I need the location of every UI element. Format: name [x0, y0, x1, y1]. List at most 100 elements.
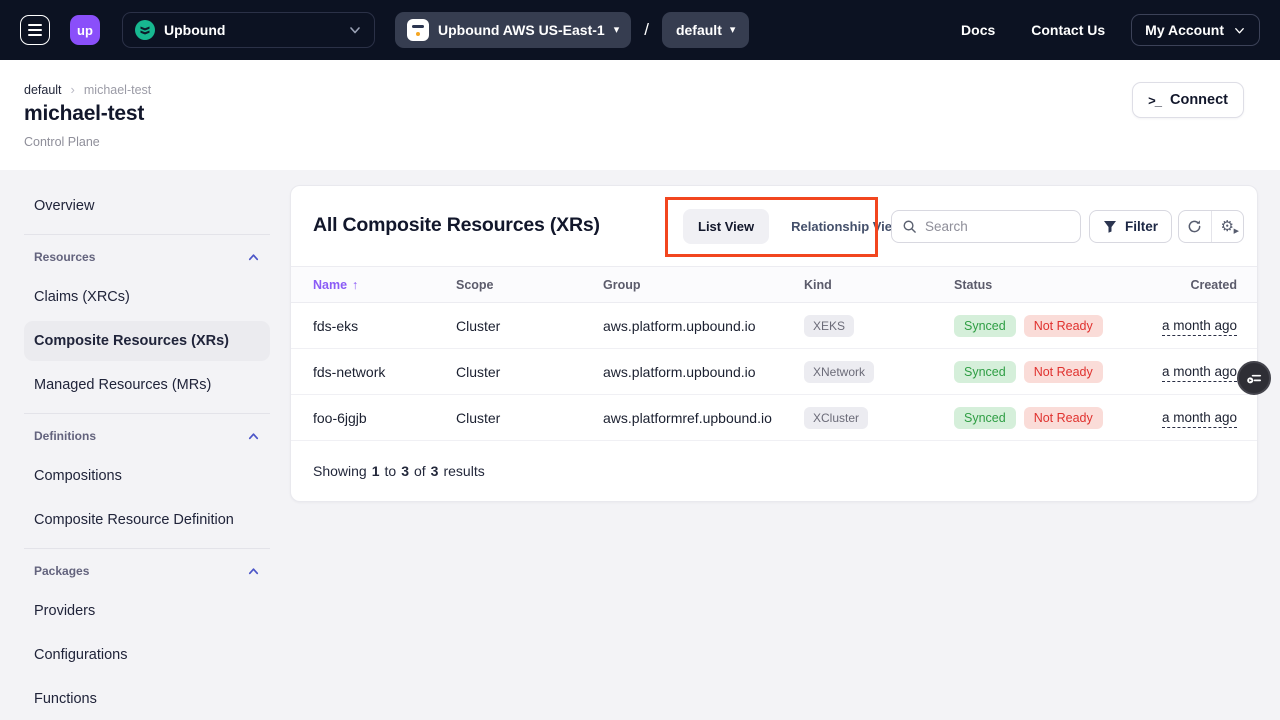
sidebar-item-compositions[interactable]: Compositions	[24, 456, 270, 496]
filter-button[interactable]: Filter	[1089, 210, 1172, 243]
column-header-created[interactable]: Created	[1190, 278, 1237, 292]
column-header-group[interactable]: Group	[603, 278, 804, 292]
column-header-scope[interactable]: Scope	[456, 278, 603, 292]
organization-selector[interactable]: Upbound	[122, 12, 375, 48]
cell-created: a month ago	[1162, 364, 1237, 379]
page-subtitle: Control Plane	[24, 135, 100, 149]
survey-icon	[1246, 370, 1263, 387]
hamburger-menu-button[interactable]	[20, 15, 50, 45]
control-plane-selector[interactable]: Upbound AWS US-East-1 ▾	[395, 12, 631, 48]
sidebar-item-functions[interactable]: Functions	[24, 679, 270, 719]
kind-badge: XEKS	[804, 315, 854, 337]
created-tooltip-text[interactable]: a month ago	[1162, 364, 1237, 382]
cell-group: aws.platformref.upbound.io	[603, 410, 804, 426]
list-view-tab[interactable]: List View	[683, 209, 769, 244]
sidebar-divider	[24, 413, 270, 414]
sidebar-item-configurations[interactable]: Configurations	[24, 635, 270, 675]
sidebar-divider	[24, 548, 270, 549]
terminal-icon: >_	[1148, 93, 1161, 108]
path-separator: /	[644, 20, 649, 40]
page-header: default › michael-test michael-test Cont…	[0, 60, 1280, 170]
cell-group: aws.platform.upbound.io	[603, 364, 804, 380]
composite-resources-card: All Composite Resources (XRs) List View …	[290, 185, 1258, 502]
cell-scope: Cluster	[456, 410, 603, 426]
sidebar-section-resources[interactable]: Resources	[24, 241, 270, 273]
results-end: 3	[401, 463, 409, 479]
chevron-up-icon	[247, 430, 260, 443]
relationship-view-tab[interactable]: Relationship View	[791, 219, 902, 234]
sidebar-divider	[24, 234, 270, 235]
results-total: 3	[431, 463, 439, 479]
created-tooltip-text[interactable]: a month ago	[1162, 318, 1237, 336]
page-title: michael-test	[24, 102, 144, 126]
breadcrumb-item-current: michael-test	[84, 83, 151, 97]
sidebar-item-managed-resources-mrs[interactable]: Managed Resources (MRs)	[24, 365, 270, 405]
upbound-logo[interactable]: up	[70, 15, 100, 45]
organization-label: Upbound	[164, 22, 339, 38]
table-row[interactable]: fds-eks Cluster aws.platform.upbound.io …	[291, 303, 1257, 349]
results-start: 1	[372, 463, 380, 479]
nav-link-contact-us[interactable]: Contact Us	[1031, 22, 1105, 38]
my-account-label: My Account	[1145, 22, 1224, 38]
refresh-icon	[1187, 219, 1202, 234]
sidebar-section-label: Packages	[34, 564, 89, 578]
results-summary: Showing 1 to 3 of 3 results	[291, 441, 1257, 501]
search-input[interactable]	[925, 219, 1070, 234]
status-badge-synced: Synced	[954, 315, 1016, 337]
column-header-kind[interactable]: Kind	[804, 278, 954, 292]
cell-name[interactable]: fds-eks	[313, 318, 456, 334]
play-icon: ▶	[1234, 228, 1239, 235]
sidebar-item-claims-xrcs[interactable]: Claims (XRCs)	[24, 277, 270, 317]
group-selector[interactable]: default ▾	[662, 12, 749, 48]
breadcrumb: default › michael-test	[24, 82, 151, 97]
connect-label: Connect	[1170, 92, 1228, 108]
created-tooltip-text[interactable]: a month ago	[1162, 410, 1237, 428]
chevron-up-icon	[247, 251, 260, 264]
sidebar-item-overview[interactable]: Overview	[24, 186, 270, 226]
breadcrumb-item-default[interactable]: default	[24, 83, 62, 97]
card-title: All Composite Resources (XRs)	[313, 214, 600, 237]
sidebar-item-composite-resources-xrs[interactable]: Composite Resources (XRs)	[24, 321, 270, 361]
feedback-widget-button[interactable]	[1237, 361, 1271, 395]
status-badge-synced: Synced	[954, 361, 1016, 383]
organization-avatar-icon	[135, 20, 155, 40]
sidebar-section-packages[interactable]: Packages	[24, 555, 270, 587]
group-label: default	[676, 22, 722, 38]
gear-icon: ⚙ ▶	[1221, 219, 1234, 234]
chevron-down-icon	[1233, 24, 1246, 37]
status-badge-not-ready: Not Ready	[1024, 407, 1103, 429]
filter-funnel-icon	[1103, 220, 1117, 233]
filter-label: Filter	[1125, 219, 1158, 234]
column-header-status[interactable]: Status	[954, 278, 1154, 292]
card-toolbar: All Composite Resources (XRs) List View …	[291, 186, 1257, 266]
status-badge-synced: Synced	[954, 407, 1016, 429]
search-box	[891, 210, 1081, 243]
table-row[interactable]: foo-6jgjb Cluster aws.platformref.upboun…	[291, 395, 1257, 441]
cell-scope: Cluster	[456, 318, 603, 334]
cell-scope: Cluster	[456, 364, 603, 380]
hamburger-icon	[28, 24, 42, 36]
column-header-name[interactable]: Name ↑	[313, 278, 456, 292]
refresh-button[interactable]	[1179, 211, 1211, 242]
nav-link-docs[interactable]: Docs	[961, 22, 995, 38]
sidebar-item-providers[interactable]: Providers	[24, 591, 270, 631]
sort-ascending-icon: ↑	[352, 278, 358, 292]
cell-name[interactable]: fds-network	[313, 364, 456, 380]
connect-button[interactable]: >_ Connect	[1132, 82, 1244, 118]
cell-created: a month ago	[1162, 410, 1237, 425]
sidebar: Overview Resources Claims (XRCs) Composi…	[24, 186, 270, 720]
table-row[interactable]: fds-network Cluster aws.platform.upbound…	[291, 349, 1257, 395]
cell-group: aws.platform.upbound.io	[603, 318, 804, 334]
cell-status: Synced Not Ready	[954, 315, 1154, 337]
status-badge-not-ready: Not Ready	[1024, 315, 1103, 337]
cell-status: Synced Not Ready	[954, 407, 1154, 429]
my-account-button[interactable]: My Account	[1131, 14, 1260, 46]
view-toggle: List View Relationship View	[683, 186, 902, 266]
control-plane-label: Upbound AWS US-East-1	[438, 22, 605, 38]
auto-refresh-settings-button[interactable]: ⚙ ▶	[1211, 211, 1244, 242]
status-badge-not-ready: Not Ready	[1024, 361, 1103, 383]
sidebar-section-definitions[interactable]: Definitions	[24, 420, 270, 452]
cell-name[interactable]: foo-6jgjb	[313, 410, 456, 426]
sidebar-item-composite-resource-definition[interactable]: Composite Resource Definition	[24, 500, 270, 540]
caret-down-icon: ▾	[614, 25, 620, 36]
